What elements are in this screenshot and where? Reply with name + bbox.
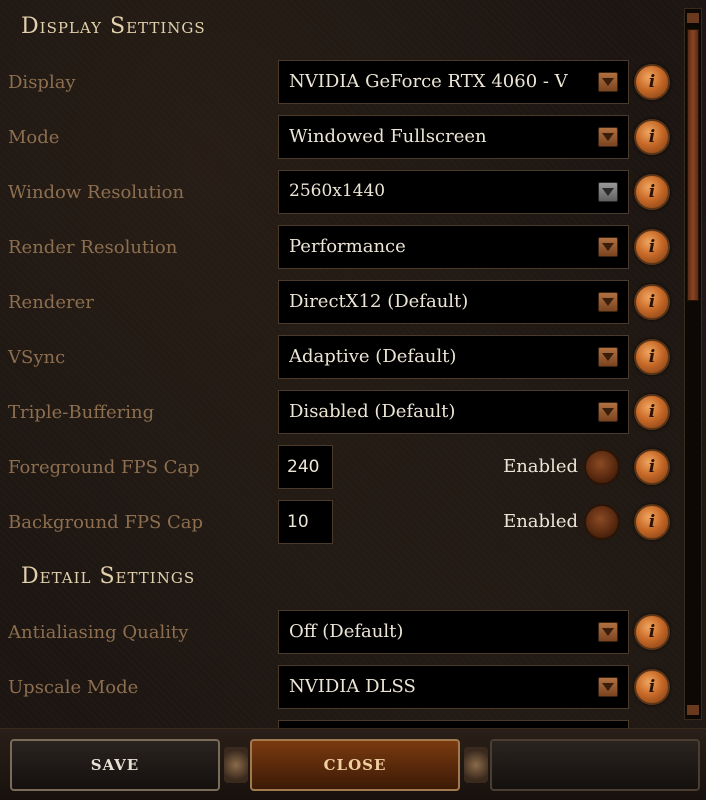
antialiasing-dropdown[interactable]: Off (Default) <box>278 610 629 654</box>
renderer-label: Renderer <box>8 292 94 313</box>
info-icon[interactable]: i <box>634 394 670 430</box>
triple-buffering-label: Triple-Buffering <box>8 402 155 423</box>
ornament-icon <box>464 747 488 783</box>
next-row-partial <box>0 720 682 728</box>
display-label: Display <box>8 72 76 93</box>
background-fps-row: Background FPS Cap 10 Enabled i <box>0 500 682 546</box>
background-fps-toggle[interactable] <box>584 504 620 540</box>
vsync-value: Adaptive (Default) <box>289 346 457 367</box>
background-fps-label: Background FPS Cap <box>8 512 204 533</box>
antialiasing-label: Antialiasing Quality <box>8 622 189 643</box>
upscale-mode-value: NVIDIA DLSS <box>289 676 416 697</box>
renderer-dropdown[interactable]: DirectX12 (Default) <box>278 280 629 324</box>
chevron-down-icon[interactable] <box>598 127 618 147</box>
foreground-fps-input[interactable]: 240 <box>278 445 333 489</box>
mode-row: Mode Windowed Fullscreen i <box>0 115 682 161</box>
render-resolution-value: Performance <box>289 236 406 257</box>
vsync-label: VSync <box>8 347 66 368</box>
scroll-up-cap[interactable] <box>687 13 699 23</box>
foreground-fps-row: Foreground FPS Cap 240 Enabled i <box>0 445 682 491</box>
renderer-value: DirectX12 (Default) <box>289 291 469 312</box>
close-button[interactable]: CLOSE <box>250 739 460 791</box>
save-button[interactable]: SAVE <box>10 739 220 791</box>
window-resolution-row: Window Resolution 2560x1440 i <box>0 170 682 216</box>
info-icon[interactable]: i <box>634 669 670 705</box>
foreground-fps-enabled-label: Enabled <box>503 456 578 477</box>
display-value: NVIDIA GeForce RTX 4060 - V <box>289 71 568 92</box>
antialiasing-row: Antialiasing Quality Off (Default) i <box>0 610 682 656</box>
chevron-down-icon[interactable] <box>598 237 618 257</box>
footer-bar: SAVE CLOSE <box>0 728 706 800</box>
upscale-mode-row: Upscale Mode NVIDIA DLSS i <box>0 665 682 711</box>
upscale-mode-label: Upscale Mode <box>8 677 139 698</box>
vsync-dropdown[interactable]: Adaptive (Default) <box>278 335 629 379</box>
chevron-down-icon <box>598 182 618 202</box>
info-icon[interactable]: i <box>634 284 670 320</box>
foreground-fps-value: 240 <box>287 457 320 477</box>
render-resolution-dropdown[interactable]: Performance <box>278 225 629 269</box>
render-resolution-label: Render Resolution <box>8 237 178 258</box>
window-resolution-value: 2560x1440 <box>289 181 386 201</box>
background-fps-value: 10 <box>287 512 309 532</box>
upscale-mode-dropdown[interactable]: NVIDIA DLSS <box>278 665 629 709</box>
mode-label: Mode <box>8 127 60 148</box>
display-dropdown[interactable]: NVIDIA GeForce RTX 4060 - V <box>278 60 629 104</box>
info-icon[interactable]: i <box>634 119 670 155</box>
ornament-icon <box>224 747 248 783</box>
scroll-thumb[interactable] <box>687 29 699 301</box>
partial-dropdown[interactable] <box>278 720 629 728</box>
info-icon[interactable]: i <box>634 504 670 540</box>
chevron-down-icon[interactable] <box>598 347 618 367</box>
info-icon[interactable]: i <box>634 449 670 485</box>
chevron-down-icon[interactable] <box>598 622 618 642</box>
foreground-fps-toggle[interactable] <box>584 449 620 485</box>
detail-settings-title: Detail Settings <box>21 564 196 589</box>
background-fps-input[interactable]: 10 <box>278 500 333 544</box>
info-icon[interactable]: i <box>634 339 670 375</box>
chevron-down-icon[interactable] <box>598 402 618 422</box>
chevron-down-icon[interactable] <box>598 677 618 697</box>
display-settings-title: Display Settings <box>21 14 206 39</box>
foreground-fps-label: Foreground FPS Cap <box>8 457 200 478</box>
info-icon[interactable]: i <box>634 614 670 650</box>
mode-dropdown[interactable]: Windowed Fullscreen <box>278 115 629 159</box>
scrollbar[interactable] <box>684 8 702 720</box>
info-icon[interactable]: i <box>634 64 670 100</box>
chevron-down-icon[interactable] <box>598 72 618 92</box>
scroll-down-cap[interactable] <box>687 705 699 715</box>
empty-button-slot <box>490 739 700 791</box>
triple-buffering-dropdown[interactable]: Disabled (Default) <box>278 390 629 434</box>
renderer-row: Renderer DirectX12 (Default) i <box>0 280 682 326</box>
settings-panel: Display Settings Display NVIDIA GeForce … <box>0 0 682 728</box>
display-row: Display NVIDIA GeForce RTX 4060 - V i <box>0 60 682 106</box>
chevron-down-icon[interactable] <box>598 292 618 312</box>
window-resolution-dropdown[interactable]: 2560x1440 <box>278 170 629 214</box>
render-resolution-row: Render Resolution Performance i <box>0 225 682 271</box>
info-icon[interactable]: i <box>634 174 670 210</box>
triple-buffering-value: Disabled (Default) <box>289 401 456 422</box>
info-icon[interactable]: i <box>634 229 670 265</box>
antialiasing-value: Off (Default) <box>289 621 404 642</box>
vsync-row: VSync Adaptive (Default) i <box>0 335 682 381</box>
window-resolution-label: Window Resolution <box>8 182 185 203</box>
background-fps-enabled-label: Enabled <box>503 511 578 532</box>
mode-value: Windowed Fullscreen <box>289 126 487 147</box>
triple-buffering-row: Triple-Buffering Disabled (Default) i <box>0 390 682 436</box>
